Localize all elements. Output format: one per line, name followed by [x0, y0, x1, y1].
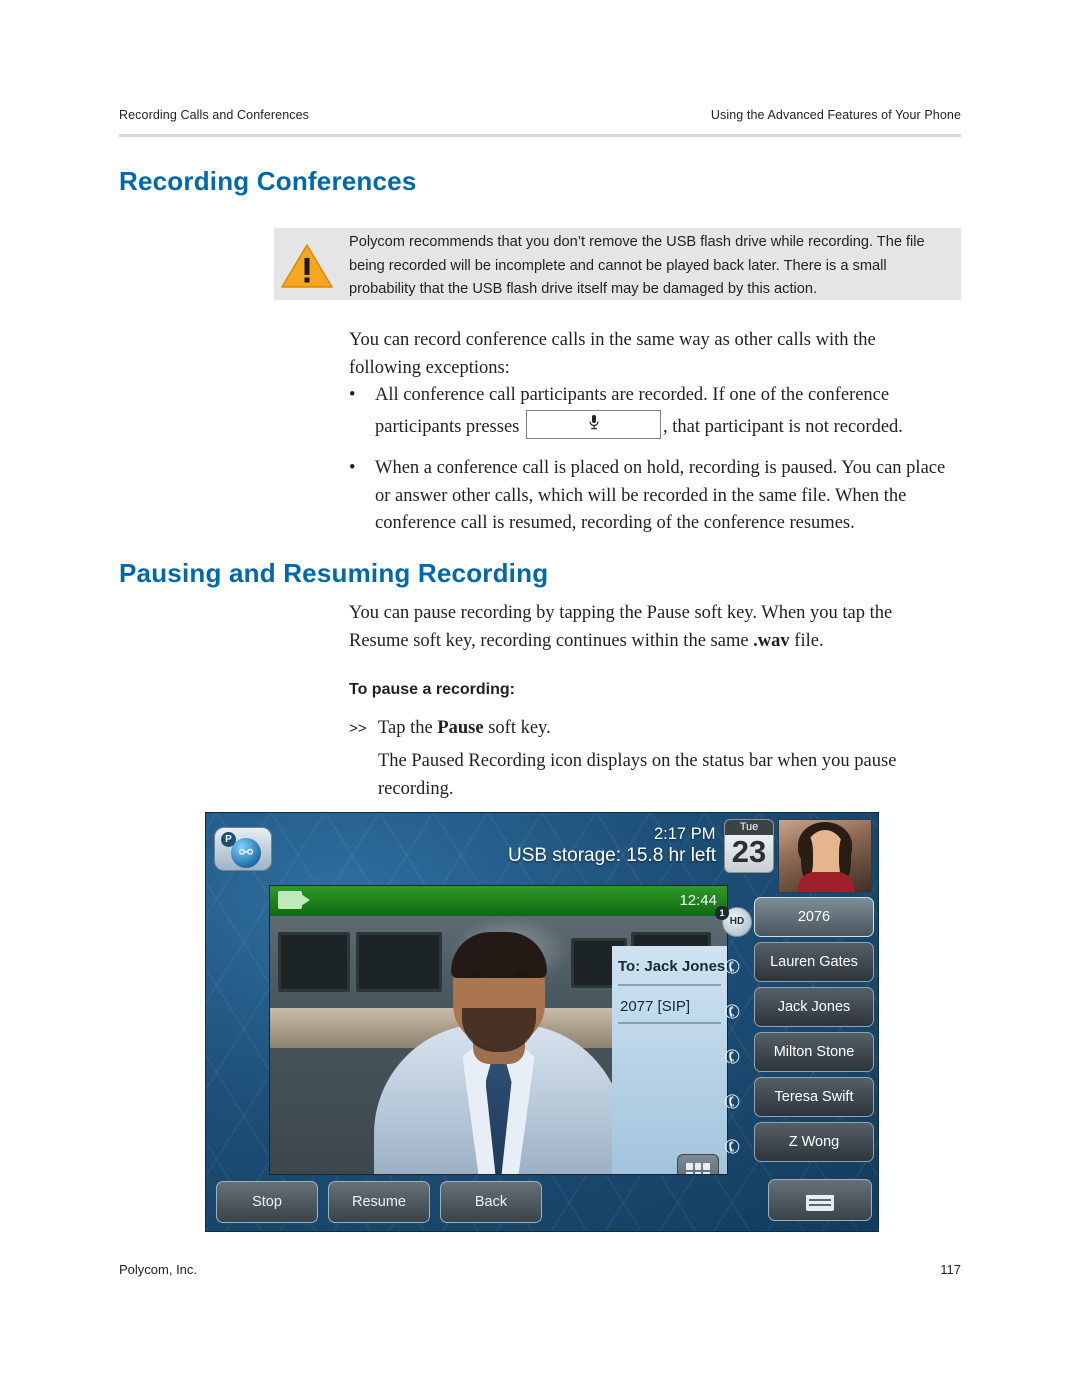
- handset-icon: ✆: [720, 998, 745, 1026]
- far-end-video: To: Jack Jones 2077 [SIP]: [270, 916, 727, 1174]
- participant-roster: 1 HD 2076 ✆ Lauren Gates ✆ Jack Jones ✆ …: [715, 897, 874, 1167]
- video-bg-monitor: [278, 932, 350, 992]
- footer-page-number: 117: [940, 1262, 961, 1277]
- video-camera-icon: [278, 891, 310, 909]
- roster-item[interactable]: ✆ Jack Jones: [720, 987, 874, 1027]
- running-header-left: Recording Calls and Conferences: [119, 108, 310, 122]
- bullet-marker: •: [349, 385, 356, 405]
- softkey-resume[interactable]: Resume: [328, 1181, 430, 1223]
- video-bg-monitor: [356, 932, 442, 992]
- handset-icon: ✆: [720, 953, 745, 981]
- pause-intro-paragraph: You can pause recording by tapping the P…: [349, 600, 949, 655]
- roster-item[interactable]: ✆ Milton Stone: [720, 1032, 874, 1072]
- usb-storage-status: USB storage: 15.8 hr left: [508, 845, 717, 866]
- softkey-back[interactable]: Back: [440, 1181, 542, 1223]
- intro-paragraph: You can record conference calls in the s…: [349, 330, 876, 378]
- roster-item[interactable]: ✆ Teresa Swift: [720, 1077, 874, 1117]
- subheading-to-pause-a-recording: To pause a recording:: [349, 681, 515, 698]
- call-timer: 12:44: [679, 892, 717, 909]
- menu-icon: [806, 1189, 834, 1211]
- header-divider: [119, 134, 961, 137]
- roster-item-label[interactable]: Z Wong: [754, 1122, 874, 1162]
- callee-name: To: Jack Jones: [618, 958, 726, 975]
- hd-audio-badge-icon: 1 HD: [715, 901, 752, 937]
- warning-icon: [281, 243, 333, 289]
- usb-status-badge: P ⚯: [214, 827, 272, 871]
- footer-company: Polycom, Inc.: [119, 1262, 198, 1277]
- callee-info-panel: To: Jack Jones 2077 [SIP]: [612, 946, 727, 1174]
- bullet-marker: •: [349, 458, 356, 478]
- roster-item[interactable]: ✆ Lauren Gates: [720, 942, 874, 982]
- step-note: The Paused Recording icon displays on th…: [378, 751, 897, 799]
- warning-text: Polycom recommends that you don’t remove…: [349, 234, 925, 297]
- page-title-recording-conferences: Recording Conferences: [119, 166, 417, 196]
- recording-status-bar: 12:44: [270, 886, 727, 916]
- dialpad-icon: [686, 1163, 710, 1174]
- hd-label: HD: [729, 916, 745, 927]
- phone-screenshot-figure: P ⚯ USB storage: 15.8 hr left 2:17 PM Tu…: [205, 812, 879, 1232]
- callee-number: 2077 [SIP]: [620, 998, 691, 1015]
- roster-item-label[interactable]: Jack Jones: [754, 987, 874, 1027]
- handset-icon: ✆: [720, 1088, 745, 1116]
- softkey-stop[interactable]: Stop: [216, 1181, 318, 1223]
- page-title-pausing-resuming: Pausing and Resuming Recording: [119, 558, 549, 588]
- calendar-day-number: 23: [731, 834, 767, 869]
- wav-extension: .wav: [753, 630, 790, 651]
- self-view-video: [778, 819, 872, 893]
- handset-icon: ✆: [720, 1043, 745, 1071]
- roster-item-label[interactable]: 2076: [754, 897, 874, 937]
- main-video-panel[interactable]: 12:44 To: Jack Jones 2077 [SIP]: [269, 885, 728, 1175]
- step-marker-icon: >>: [349, 720, 367, 737]
- roster-item-label[interactable]: Lauren Gates: [754, 942, 874, 982]
- microphone-icon: [588, 414, 599, 434]
- softkey-bar: Stop Resume Back: [216, 1181, 546, 1223]
- document-page: Recording Calls and Conferences Using th…: [0, 0, 1080, 1397]
- bullet-item-2: • When a conference call is placed on ho…: [349, 455, 961, 538]
- far-end-participant-eye: [470, 971, 483, 978]
- step-text-before: Tap the: [378, 718, 438, 738]
- running-header-right: Using the Advanced Features of Your Phon…: [710, 108, 961, 122]
- divider: [618, 984, 721, 986]
- roster-item-label[interactable]: Teresa Swift: [754, 1077, 874, 1117]
- divider: [618, 1022, 721, 1024]
- self-view-body: [797, 872, 855, 892]
- bullet-2-text: When a conference call is placed on hold…: [375, 458, 946, 533]
- far-end-participant-eye: [514, 971, 527, 978]
- usb-icon: ⚯: [231, 838, 261, 868]
- dialpad-button[interactable]: [677, 1154, 719, 1174]
- handset-icon: ✆: [720, 1133, 745, 1161]
- line-number-badge: 1: [715, 906, 729, 920]
- roster-item[interactable]: ✆ Z Wong: [720, 1122, 874, 1162]
- bullet-item-1: • All conference call participants are r…: [349, 382, 961, 441]
- step-text-after: soft key.: [483, 718, 551, 738]
- bullet-1-text-after: , that participant is not recorded.: [663, 416, 903, 437]
- menu-button[interactable]: [768, 1179, 872, 1221]
- microphone-mute-key-graphic: [526, 409, 661, 439]
- calendar-badge: Tue 23: [724, 819, 774, 873]
- pause-intro-part2: file.: [789, 630, 824, 651]
- roster-item[interactable]: 1 HD 2076: [715, 897, 874, 937]
- step-item: >> Tap the Pause soft key.: [349, 715, 949, 743]
- status-time: 2:17 PM: [654, 825, 716, 843]
- step-softkey-name: Pause: [437, 718, 484, 738]
- roster-item-label[interactable]: Milton Stone: [754, 1032, 874, 1072]
